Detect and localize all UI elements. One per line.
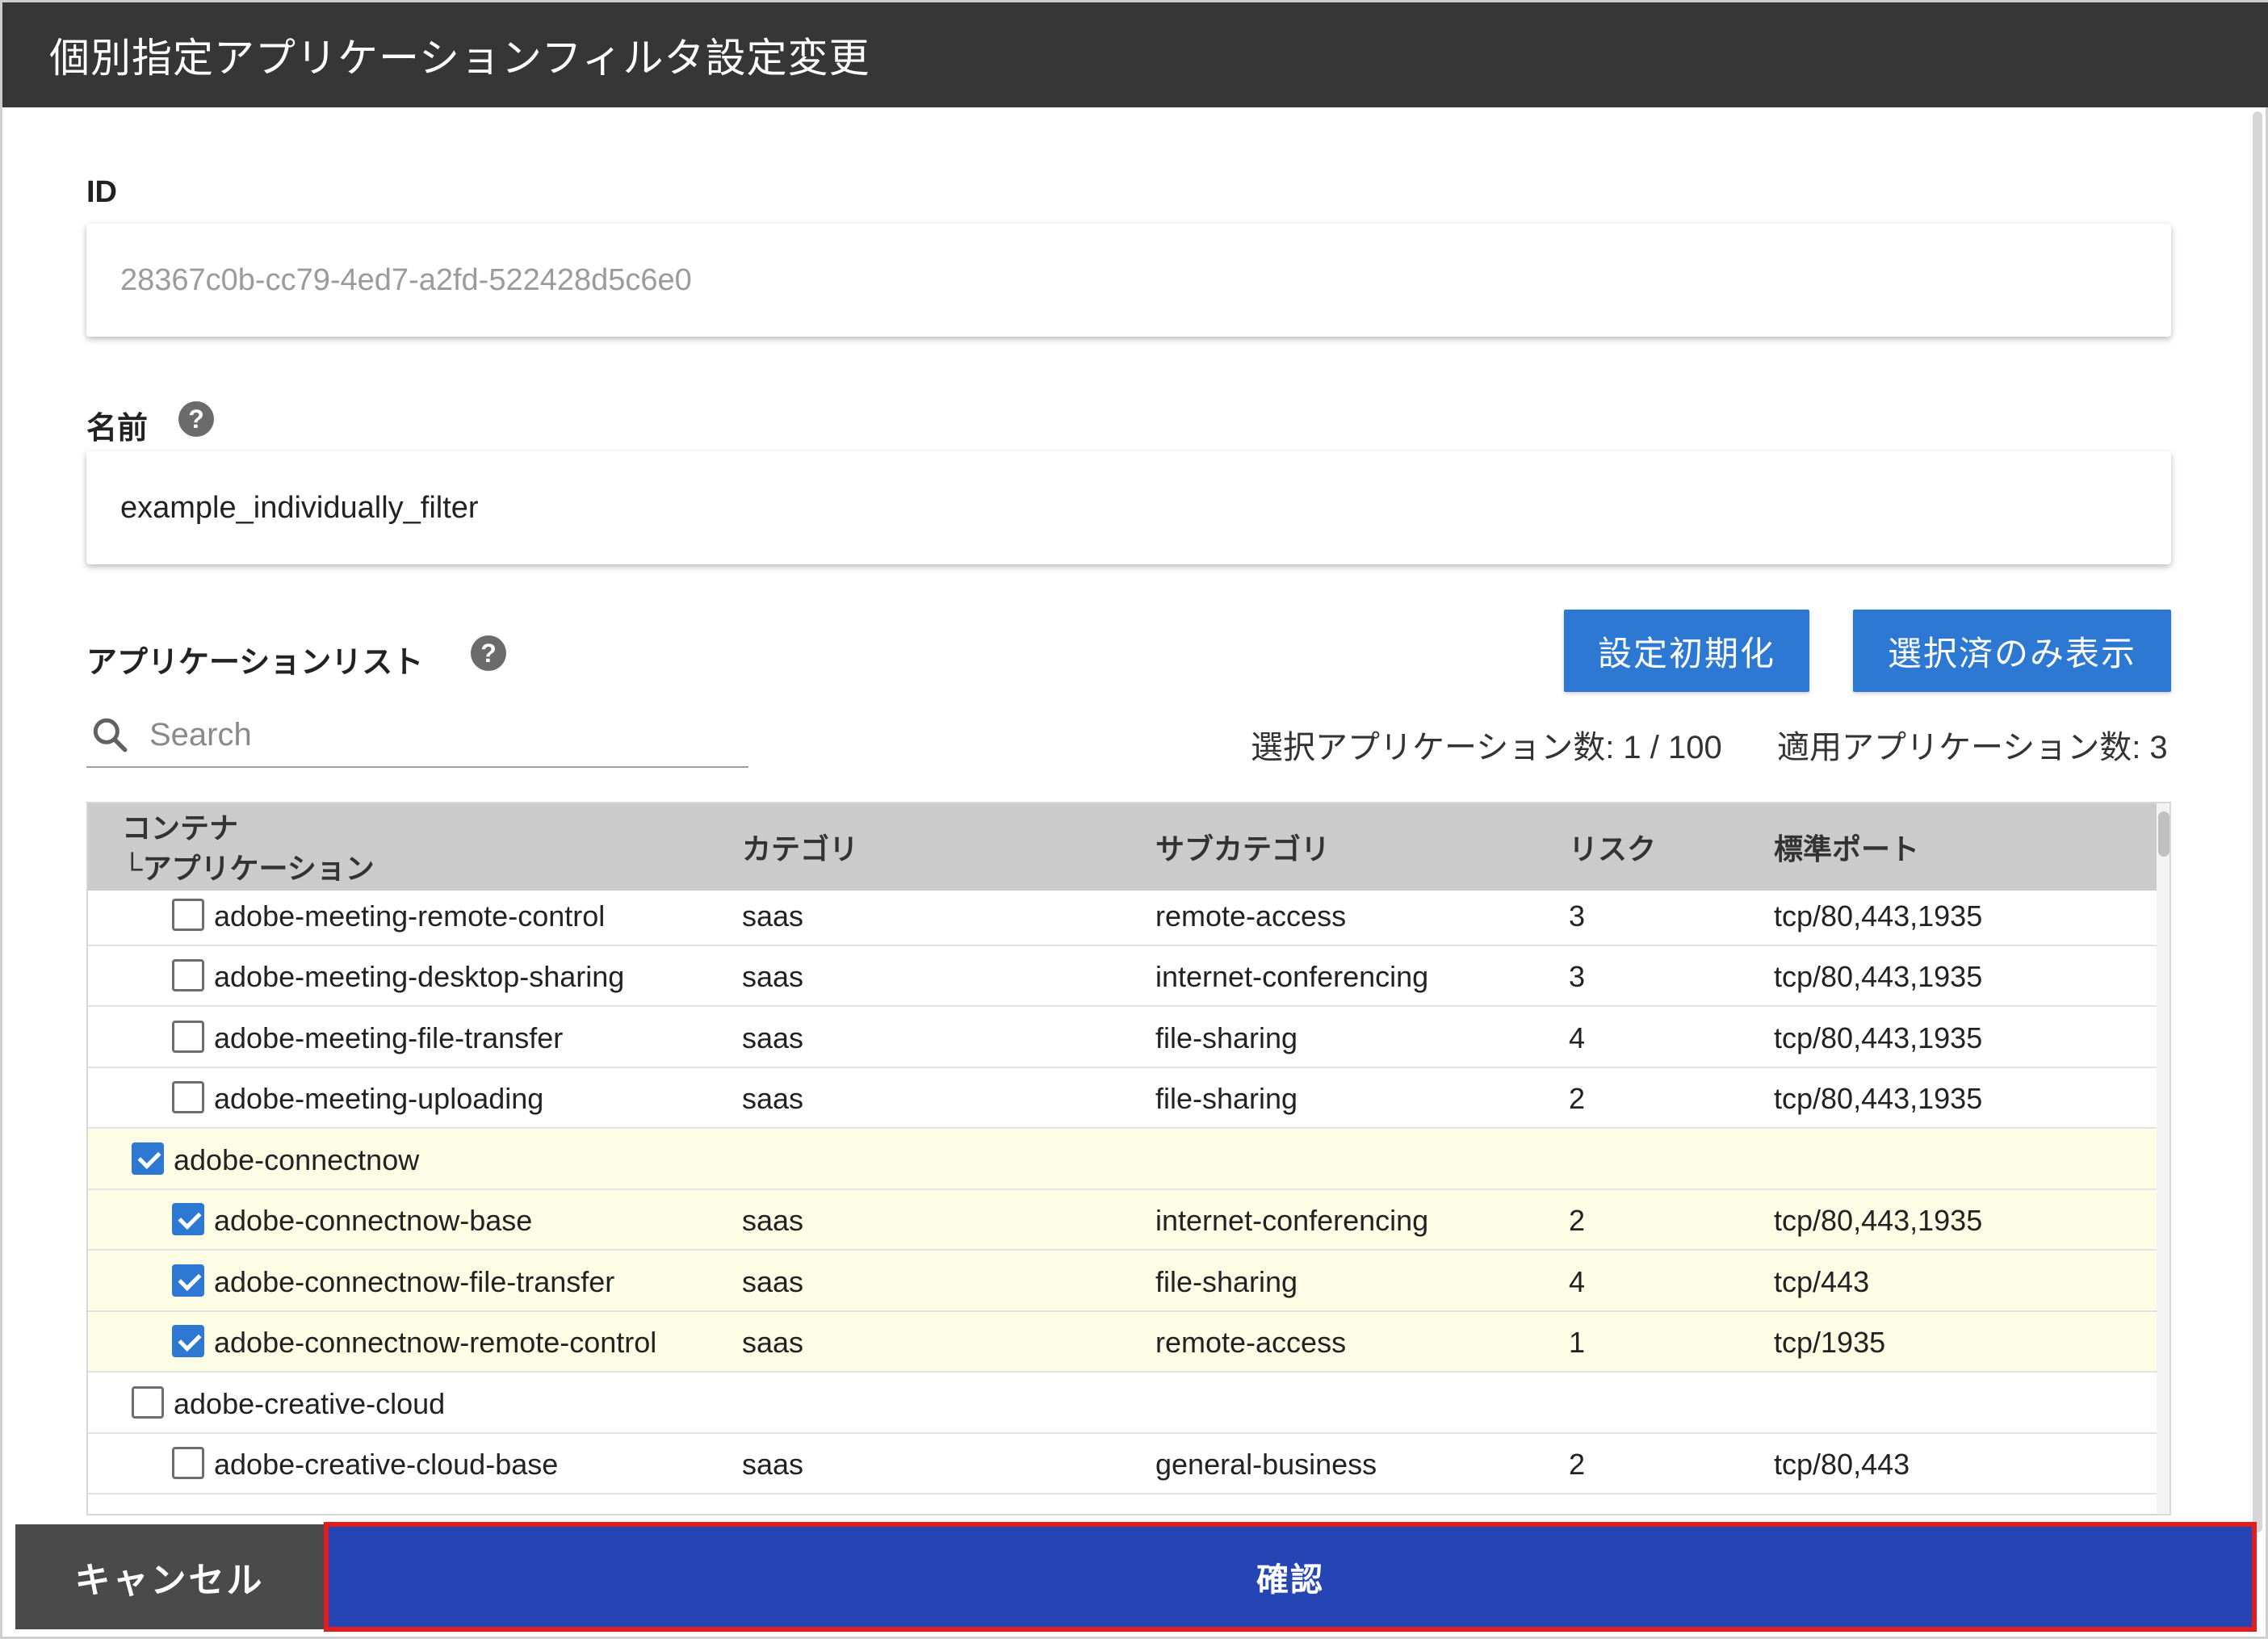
reset-settings-button[interactable]: 設定初期化 <box>1564 610 1809 692</box>
header-risk[interactable]: リスク <box>1569 803 1656 891</box>
row-subcategory: internet-conferencing <box>1155 1203 1429 1237</box>
row-checkbox[interactable] <box>132 1142 164 1175</box>
row-risk: 2 <box>1569 1203 1586 1237</box>
application-row[interactable]: adobe-meeting-remote-control saas remote-a… <box>88 886 2157 946</box>
row-subcategory: general-business <box>1155 1447 1377 1481</box>
row-checkbox[interactable] <box>172 1325 204 1357</box>
name-input[interactable]: example_individually_filter <box>86 451 2171 564</box>
row-checkbox[interactable] <box>172 1021 204 1053</box>
confirm-button[interactable]: 確認 <box>324 1522 2257 1632</box>
row-subcategory: remote-access <box>1155 899 1347 933</box>
row-name: adobe-meeting-remote-control <box>214 899 606 933</box>
row-category: saas <box>742 1325 804 1359</box>
selected-app-count: 選択アプリケーション数: 1 / 100 <box>1251 730 1722 765</box>
app-list-label: アプリケーションリスト <box>86 646 424 680</box>
application-row[interactable]: adobe-connectnow-file-transfer saas file-s… <box>88 1251 2157 1312</box>
row-port: tcp/1935 <box>1774 1325 1886 1359</box>
filter-settings-dialog: 個別指定アプリケーションフィルタ設定変更 ID 28367c0b-cc79-4e… <box>0 0 2268 1639</box>
row-port: tcp/80,443,1935 <box>1774 1081 1983 1115</box>
app-list-help-icon[interactable]: ? <box>471 635 506 671</box>
header-subcategory[interactable]: サブカテゴリ <box>1155 803 1330 891</box>
row-name: adobe-meeting-file-transfer <box>214 1021 564 1054</box>
row-checkbox[interactable] <box>172 899 204 931</box>
row-name: adobe-meeting-uploading <box>214 1081 544 1115</box>
row-category: saas <box>742 1021 804 1054</box>
application-row[interactable]: adobe-meeting-file-transfer saas file-shar… <box>88 1008 2157 1068</box>
show-selected-only-button[interactable]: 選択済のみ表示 <box>1853 610 2171 692</box>
row-name: adobe-creative-cloud-base <box>214 1447 559 1481</box>
row-risk: 3 <box>1569 899 1586 933</box>
row-risk: 4 <box>1569 1021 1586 1054</box>
row-category: saas <box>742 1203 804 1237</box>
row-checkbox[interactable] <box>172 1203 204 1235</box>
row-port: tcp/443 <box>1774 1264 1870 1298</box>
row-risk: 4 <box>1569 1264 1586 1298</box>
row-category: saas <box>742 959 804 993</box>
row-category: saas <box>742 1447 804 1481</box>
application-row[interactable]: adobe-creative-cloud-base saas general-bus… <box>88 1434 2157 1494</box>
row-subcategory: file-sharing <box>1155 1021 1298 1054</box>
row-risk: 1 <box>1569 1325 1586 1359</box>
row-port: tcp/80,443,1935 <box>1774 959 1983 993</box>
name-help-icon[interactable]: ? <box>178 401 214 437</box>
row-name: adobe-creative-cloud <box>174 1386 446 1420</box>
search-icon <box>93 718 128 752</box>
row-name: adobe-connectnow-base <box>214 1203 533 1237</box>
row-subcategory: file-sharing <box>1155 1081 1298 1115</box>
row-checkbox[interactable] <box>132 1386 164 1419</box>
row-subcategory: file-sharing <box>1155 1264 1298 1298</box>
name-label: 名前 <box>86 412 149 446</box>
header-container: コンテナ <box>122 811 239 845</box>
table-scrollbar-thumb[interactable] <box>2158 811 2169 857</box>
header-application: └アプリケーション <box>122 852 375 885</box>
application-row[interactable]: adobe-connectnow-base saas internet-confer… <box>88 1190 2157 1251</box>
application-row[interactable]: adobe-connectnow-remote-control saas remot… <box>88 1312 2157 1373</box>
id-field: 28367c0b-cc79-4ed7-a2fd-522428d5c6e0 <box>86 224 2171 337</box>
application-table: コンテナ └アプリケーション カテゴリ サブカテゴリ リスク 標準ポート ado… <box>86 802 2171 1515</box>
row-category: saas <box>742 1264 804 1298</box>
row-port: tcp/80,443,1935 <box>1774 1203 1983 1237</box>
dialog-title: 個別指定アプリケーションフィルタ設定変更 <box>2 2 2268 107</box>
id-label: ID <box>86 175 117 209</box>
row-subcategory: remote-access <box>1155 1325 1347 1359</box>
row-port: tcp/80,443 <box>1774 1447 1910 1481</box>
search-box <box>86 703 748 768</box>
search-input[interactable] <box>148 710 732 760</box>
header-standard-port[interactable]: 標準ポート <box>1774 803 1919 891</box>
table-scrollbar-track[interactable] <box>2157 803 2169 1514</box>
row-risk: 3 <box>1569 959 1586 993</box>
application-row[interactable]: adobe-meeting-uploading saas file-sharing 2… <box>88 1068 2157 1129</box>
row-port: tcp/80,443,1935 <box>1774 1021 1983 1054</box>
row-risk: 2 <box>1569 1081 1586 1115</box>
header-category[interactable]: カテゴリ <box>742 803 858 891</box>
row-category: saas <box>742 899 804 933</box>
cancel-button[interactable]: キャンセル <box>15 1524 324 1629</box>
container-row[interactable]: adobe-creative-cloud <box>88 1373 2157 1434</box>
row-checkbox[interactable] <box>172 1447 204 1479</box>
row-name: adobe-connectnow-file-transfer <box>214 1264 615 1298</box>
row-checkbox[interactable] <box>172 1264 204 1297</box>
container-row[interactable]: adobe-connectnow <box>88 1130 2157 1190</box>
row-name: adobe-connectnow <box>174 1142 420 1176</box>
application-row[interactable]: adobe-meeting-desktop-sharing saas interne… <box>88 946 2157 1007</box>
row-checkbox[interactable] <box>172 1081 204 1113</box>
row-category: saas <box>742 1081 804 1115</box>
applied-app-count: 適用アプリケーション数: 3 <box>1777 730 2168 765</box>
row-name: adobe-meeting-desktop-sharing <box>214 959 625 993</box>
dialog-scrollbar[interactable] <box>2253 111 2262 1532</box>
row-risk: 2 <box>1569 1447 1586 1481</box>
row-name: adobe-connectnow-remote-control <box>214 1325 657 1359</box>
row-checkbox[interactable] <box>172 959 204 991</box>
row-subcategory: internet-conferencing <box>1155 959 1429 993</box>
table-header: コンテナ └アプリケーション カテゴリ サブカテゴリ リスク 標準ポート <box>88 803 2157 891</box>
row-port: tcp/80,443,1935 <box>1774 899 1983 933</box>
